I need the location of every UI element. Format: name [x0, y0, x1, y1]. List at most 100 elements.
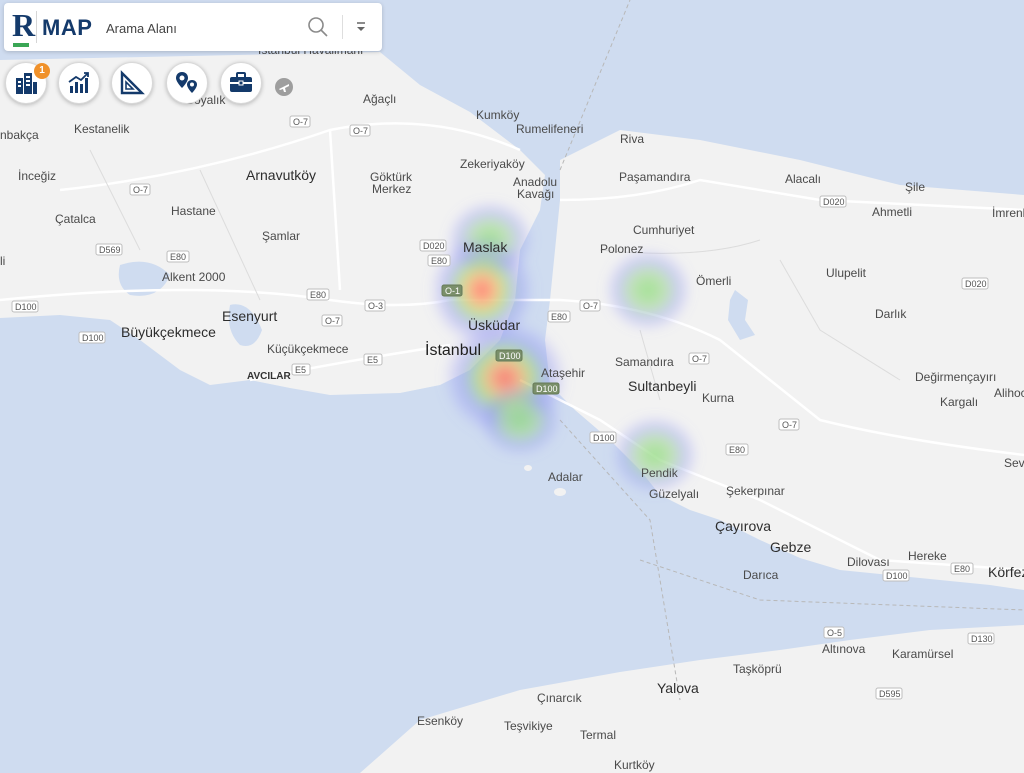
label-esenyurt: Esenyurt: [222, 308, 277, 324]
app-logo[interactable]: R: [12, 7, 36, 47]
label-kurna: Kurna: [702, 391, 734, 405]
svg-text:O-7: O-7: [353, 126, 368, 136]
label-karamursel: Karamürsel: [892, 647, 953, 661]
label-imrenli: İmrenl: [992, 206, 1024, 220]
map-canvas[interactable]: İstanbul Havalimanı Boyalık Ağaçlı Kumkö…: [0, 0, 1024, 773]
label-alacali: Alacalı: [785, 172, 821, 186]
svg-text:D100: D100: [536, 384, 558, 394]
label-omerli: Ömerli: [696, 274, 731, 288]
label-dilovasi: Dilovası: [847, 555, 890, 569]
svg-text:D100: D100: [886, 571, 908, 581]
svg-text:O-7: O-7: [583, 301, 598, 311]
label-ahmetli: Ahmetli: [872, 205, 912, 219]
label-catalca: Çatalca: [55, 212, 96, 226]
label-agacli: Ağaçlı: [363, 92, 396, 106]
label-alihoca: Alihoc: [994, 386, 1024, 400]
svg-text:O-7: O-7: [293, 117, 308, 127]
measure-button[interactable]: [111, 62, 153, 104]
label-uskudar: Üsküdar: [468, 316, 520, 333]
search-icon: [308, 17, 328, 37]
label-taskopru: Taşköprü: [733, 662, 782, 676]
svg-text:D595: D595: [879, 689, 901, 699]
label-tesvikiye: Teşvikiye: [504, 719, 553, 733]
label-sultanbeyli: Sultanbeyli: [628, 378, 697, 394]
svg-text:D100: D100: [593, 433, 615, 443]
label-binkilic: nbakça: [0, 128, 39, 142]
label-hereke: Hereke: [908, 549, 947, 563]
options-menu-button[interactable]: [351, 17, 371, 37]
svg-text:E80: E80: [551, 312, 567, 322]
svg-text:E5: E5: [295, 365, 306, 375]
buildings-button[interactable]: 1: [5, 62, 50, 104]
locations-button[interactable]: [166, 62, 208, 104]
svg-text:O-1: O-1: [445, 286, 460, 296]
label-pasamandira: Paşamandıra: [619, 170, 691, 184]
label-sile: Şile: [905, 180, 925, 194]
svg-text:E80: E80: [729, 445, 745, 455]
svg-text:D130: D130: [971, 634, 993, 644]
label-rumelifeneri: Rumelifeneri: [516, 122, 583, 136]
label-darlik: Darlık: [875, 307, 907, 321]
label-altinova: Altınova: [822, 642, 866, 656]
svg-text:D100: D100: [82, 333, 104, 343]
search-input[interactable]: [104, 17, 298, 39]
label-alkent: Alkent 2000: [162, 270, 226, 284]
svg-text:D020: D020: [823, 197, 845, 207]
label-kumkoy: Kumköy: [476, 108, 519, 122]
svg-text:O-5: O-5: [827, 628, 842, 638]
svg-text:O-7: O-7: [133, 185, 148, 195]
island: [554, 488, 566, 496]
label-darica: Darıca: [743, 568, 779, 582]
logo-accent: [13, 43, 29, 47]
label-ulupelit: Ulupelit: [826, 266, 867, 280]
svg-text:E80: E80: [170, 252, 186, 262]
divider: [342, 15, 343, 39]
portfolio-button[interactable]: [220, 62, 262, 104]
svg-text:O-7: O-7: [782, 420, 797, 430]
label-termal: Termal: [580, 728, 616, 742]
label-arnavutkoy: Arnavutköy: [246, 167, 316, 183]
label-maslak: Maslak: [463, 239, 508, 255]
label-sekerpinar: Şekerpınar: [726, 484, 785, 498]
label-kurtkoy: Kurtköy: [614, 758, 655, 772]
label-li: li: [0, 254, 5, 268]
divider: [36, 11, 37, 43]
brand-name: MAP: [42, 15, 93, 40]
svg-text:E5: E5: [367, 355, 378, 365]
label-cinarcik: Çınarcık: [537, 691, 583, 705]
label-guzelyali: Güzelyalı: [649, 487, 699, 501]
set-square-icon: [120, 70, 145, 95]
search-button[interactable]: [306, 15, 330, 39]
label-sev: Sev: [1004, 456, 1024, 470]
label-buyukcekmece: Büyükçekmece: [121, 324, 216, 340]
label-istanbul: İstanbul: [425, 340, 481, 359]
label-polonez: Polonez: [600, 242, 643, 256]
statistics-button[interactable]: [58, 62, 100, 104]
top-search-bar: R MAP: [4, 3, 382, 51]
label-samandira: Samandıra: [615, 355, 674, 369]
chevron-down-icon: [357, 22, 365, 31]
chart-growth-icon: [68, 72, 89, 93]
label-merkez: Merkez: [372, 182, 411, 196]
label-pendik: Pendik: [641, 466, 679, 480]
label-atasehir: Ataşehir: [541, 366, 585, 380]
svg-text:E80: E80: [431, 256, 447, 266]
label-kavagi: Kavağı: [517, 187, 554, 201]
label-cayirova: Çayırova: [715, 518, 771, 534]
label-adalar: Adalar: [548, 470, 583, 484]
svg-text:D569: D569: [99, 245, 121, 255]
island: [524, 465, 532, 471]
svg-text:E80: E80: [954, 564, 970, 574]
svg-text:D020: D020: [965, 279, 987, 289]
label-kargali: Kargalı: [940, 395, 978, 409]
label-zekeriyakoy: Zekeriyaköy: [460, 157, 525, 171]
svg-text:D020: D020: [423, 241, 445, 251]
label-esenkoy: Esenköy: [417, 714, 463, 728]
airport-icon: [275, 78, 293, 96]
logo-letter: R: [12, 7, 36, 43]
label-gebze: Gebze: [770, 539, 811, 555]
location-pins-icon: [176, 72, 197, 93]
svg-text:E80: E80: [310, 290, 326, 300]
label-degirmencayiri: Değirmençayırı: [915, 370, 996, 384]
svg-text:O-7: O-7: [692, 354, 707, 364]
